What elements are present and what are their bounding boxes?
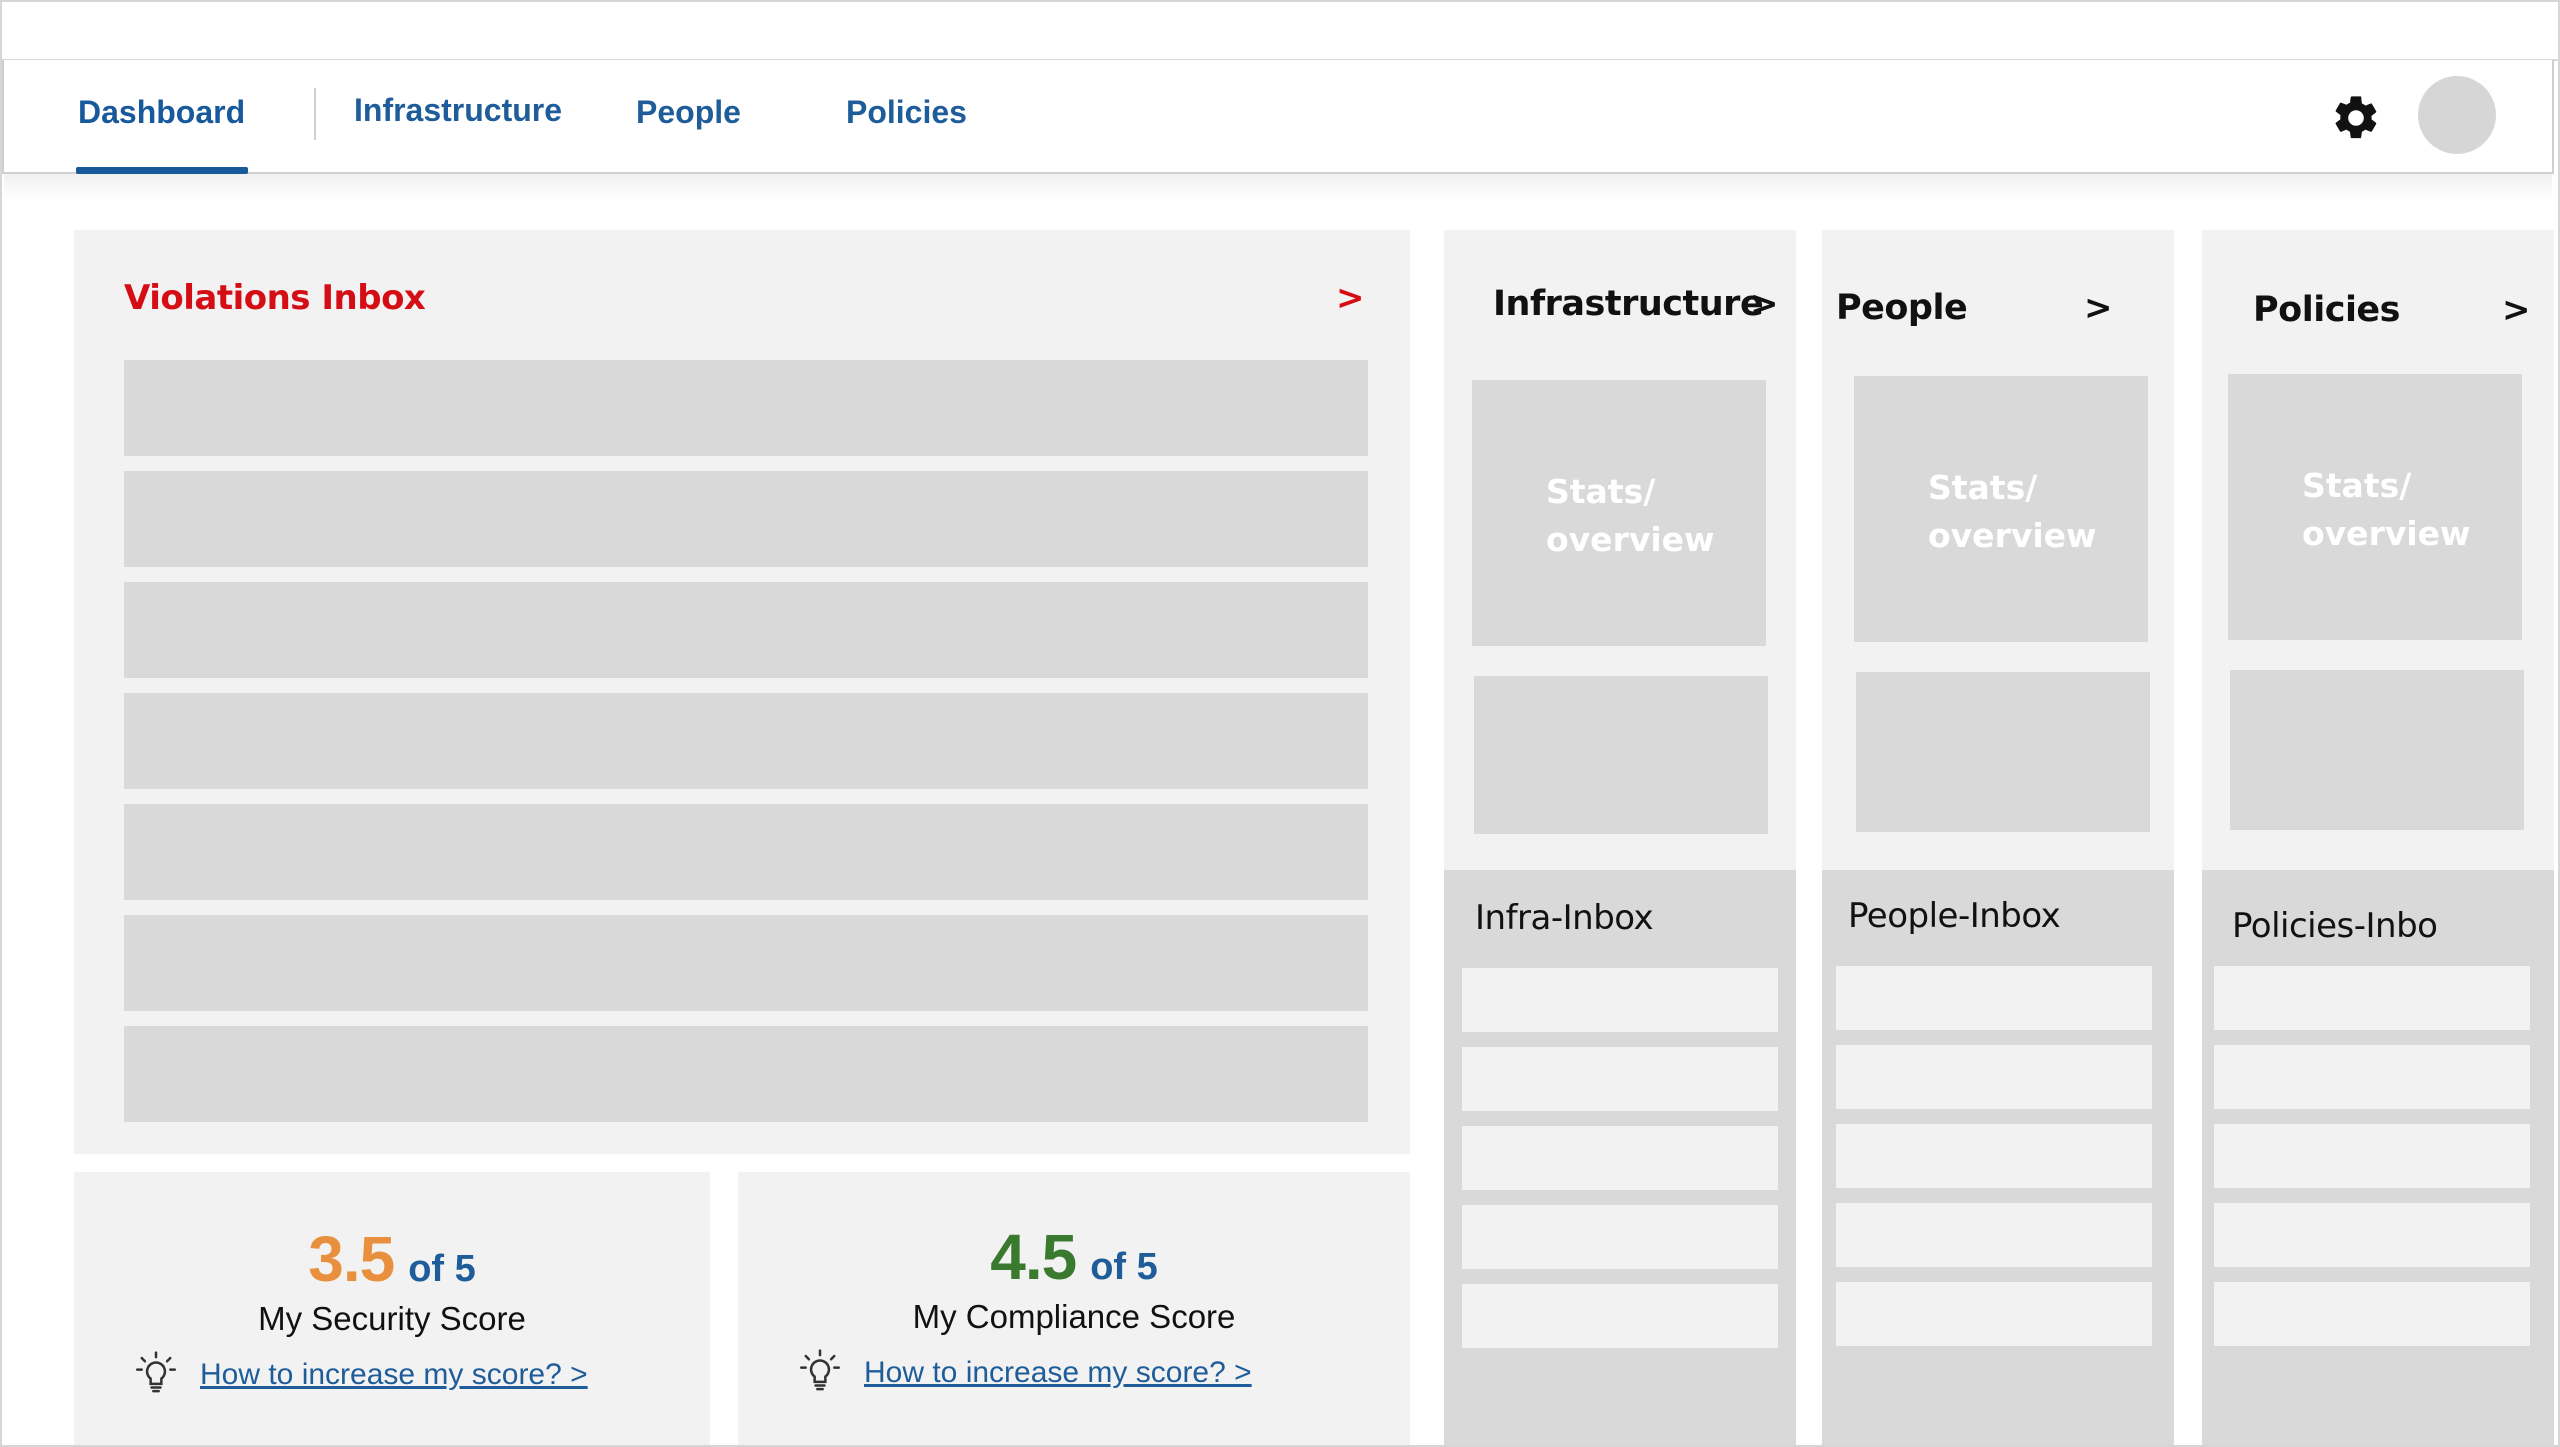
infra-inbox-row[interactable] — [1462, 1126, 1778, 1190]
active-tab-indicator — [76, 167, 248, 174]
violations-inbox-chevron[interactable]: > — [1336, 278, 1365, 318]
security-score: 3.5 of 5 My Security Score — [74, 1222, 710, 1338]
lightbulb-icon — [800, 1349, 840, 1391]
violation-row[interactable] — [124, 471, 1368, 567]
compliance-increase-link[interactable]: How to increase my score? > — [864, 1356, 1252, 1390]
policies-inbox-row[interactable] — [2214, 1045, 2530, 1109]
infrastructure-stats-overview[interactable]: Stats/ overview — [1472, 380, 1766, 646]
people-inbox-row[interactable] — [1836, 1124, 2152, 1188]
people-secondary-widget[interactable] — [1856, 672, 2150, 832]
violation-row[interactable] — [124, 582, 1368, 678]
tab-people[interactable]: People — [636, 94, 741, 131]
people-inbox-row[interactable] — [1836, 1203, 2152, 1267]
policies-inbox-row[interactable] — [2214, 1124, 2530, 1188]
policies-chevron[interactable]: > — [2502, 290, 2531, 330]
people-inbox-row[interactable] — [1836, 1282, 2152, 1346]
violations-inbox-title[interactable]: Violations Inbox — [124, 278, 426, 318]
nav-shadow — [4, 174, 2552, 200]
tab-dashboard[interactable]: Dashboard — [78, 94, 245, 131]
policies-inbox-row[interactable] — [2214, 1282, 2530, 1346]
stats-label-line: Stats/ — [1546, 472, 1656, 511]
stats-label-line: overview — [2302, 514, 2471, 553]
stats-label-line: Stats/ — [2302, 466, 2412, 505]
tab-infrastructure[interactable]: Infrastructure — [354, 92, 562, 129]
tab-policies[interactable]: Policies — [846, 94, 967, 131]
policies-inbox-row[interactable] — [2214, 1203, 2530, 1267]
policies-inbox-row[interactable] — [2214, 966, 2530, 1030]
infra-inbox-title[interactable]: Infra-Inbox — [1475, 898, 1654, 938]
violation-row[interactable] — [124, 693, 1368, 789]
infra-inbox-row[interactable] — [1462, 1284, 1778, 1348]
policies-stats-overview[interactable]: Stats/ overview — [2228, 374, 2522, 640]
violation-row[interactable] — [124, 804, 1368, 900]
people-title[interactable]: People — [1836, 288, 1968, 328]
stats-label-line: Stats/ — [1928, 468, 2038, 507]
infrastructure-secondary-widget[interactable] — [1474, 676, 1768, 834]
people-chevron[interactable]: > — [2084, 288, 2113, 328]
compliance-score-max: of 5 — [1090, 1246, 1158, 1288]
infra-inbox-row[interactable] — [1462, 1047, 1778, 1111]
violation-row[interactable] — [124, 915, 1368, 1011]
policies-inbox-title[interactable]: Policies-Inbo — [2232, 906, 2438, 946]
stats-label-line: overview — [1546, 520, 1715, 559]
compliance-score-value: 4.5 — [990, 1221, 1077, 1293]
stats-label-line: overview — [1928, 516, 2097, 555]
gear-icon[interactable] — [2330, 92, 2382, 144]
avatar[interactable] — [2418, 76, 2496, 154]
nav-divider — [314, 88, 316, 140]
lightbulb-icon — [136, 1351, 176, 1393]
security-increase-link[interactable]: How to increase my score? > — [200, 1358, 588, 1392]
infra-inbox-row[interactable] — [1462, 1205, 1778, 1269]
people-stats-overview[interactable]: Stats/ overview — [1854, 376, 2148, 642]
people-inbox-row[interactable] — [1836, 1045, 2152, 1109]
infrastructure-title[interactable]: Infrastructure — [1493, 284, 1764, 324]
compliance-score: 4.5 of 5 My Compliance Score — [738, 1220, 1410, 1336]
infrastructure-chevron[interactable]: > — [1750, 284, 1779, 324]
window-top-strip — [2, 2, 2558, 61]
security-score-max: of 5 — [408, 1248, 476, 1290]
violation-row[interactable] — [124, 360, 1368, 456]
people-inbox-title[interactable]: People-Inbox — [1848, 896, 2061, 936]
infra-inbox-row[interactable] — [1462, 968, 1778, 1032]
security-score-label: My Security Score — [258, 1300, 526, 1337]
top-navigation: Dashboard Infrastructure People Policies — [2, 60, 2554, 174]
people-inbox-row[interactable] — [1836, 966, 2152, 1030]
violation-row[interactable] — [124, 1026, 1368, 1122]
policies-title[interactable]: Policies — [2253, 290, 2401, 330]
compliance-score-label: My Compliance Score — [912, 1298, 1236, 1335]
security-score-value: 3.5 — [308, 1223, 395, 1295]
policies-secondary-widget[interactable] — [2230, 670, 2524, 830]
